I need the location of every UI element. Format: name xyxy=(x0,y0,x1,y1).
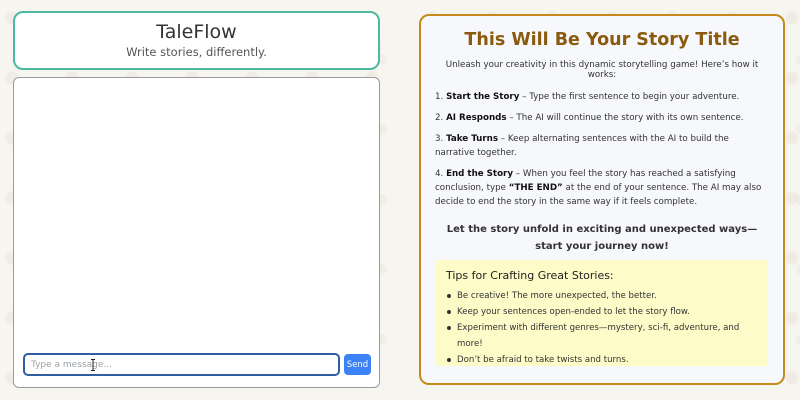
step-number: 1. xyxy=(435,92,444,102)
call-to-action: Let the story unfold in exciting and une… xyxy=(446,224,758,252)
step-number: 3. xyxy=(435,134,444,144)
app-tagline: Write stories, differently. xyxy=(126,45,267,59)
step-item: 2. AI Responds – The AI will continue th… xyxy=(435,111,769,125)
step-text: – Type the first sentence to begin your … xyxy=(519,92,740,102)
step-item: 1. Start the Story – Type the first sent… xyxy=(435,90,769,104)
intro-text: Unleash your creativity in this dynamic … xyxy=(445,60,759,80)
message-input[interactable] xyxy=(23,353,340,376)
chat-messages-area[interactable] xyxy=(14,78,379,345)
instructions-panel: This Will Be Your Story Title Unleash yo… xyxy=(419,14,785,385)
step-label: Take Turns xyxy=(446,134,498,144)
text-cursor-icon xyxy=(91,359,95,371)
step-label: End the Story xyxy=(446,169,514,179)
step-label: AI Responds xyxy=(446,113,507,123)
tip-item: Be creative! The more unexpected, the be… xyxy=(446,288,757,304)
step-number: 4. xyxy=(435,169,444,179)
step-label: Start the Story xyxy=(446,92,520,102)
step-item: 4. End the Story – When you feel the sto… xyxy=(435,167,769,209)
story-title: This Will Be Your Story Title xyxy=(464,30,740,50)
step-number: 2. xyxy=(435,113,444,123)
steps-list: 1. Start the Story – Type the first sent… xyxy=(435,90,769,209)
app-header: TaleFlow Write stories, differently. xyxy=(13,11,380,70)
send-button[interactable]: Send xyxy=(344,354,371,375)
tip-item: Experiment with different genres—mystery… xyxy=(446,320,757,352)
step-emphasis: “THE END” xyxy=(508,183,563,193)
tips-box: Tips for Crafting Great Stories: Be crea… xyxy=(435,260,768,366)
app-title: TaleFlow xyxy=(156,21,237,43)
tip-item: Don’t be afraid to take twists and turns… xyxy=(446,352,757,368)
step-text: – The AI will continue the story with it… xyxy=(506,113,744,123)
chat-panel: Send xyxy=(13,77,380,388)
step-item: 3. Take Turns – Keep alternating sentenc… xyxy=(435,132,769,160)
tip-item: Keep your sentences open-ended to let th… xyxy=(446,304,757,320)
tips-list: Be creative! The more unexpected, the be… xyxy=(446,288,757,368)
tips-title: Tips for Crafting Great Stories: xyxy=(446,269,614,282)
